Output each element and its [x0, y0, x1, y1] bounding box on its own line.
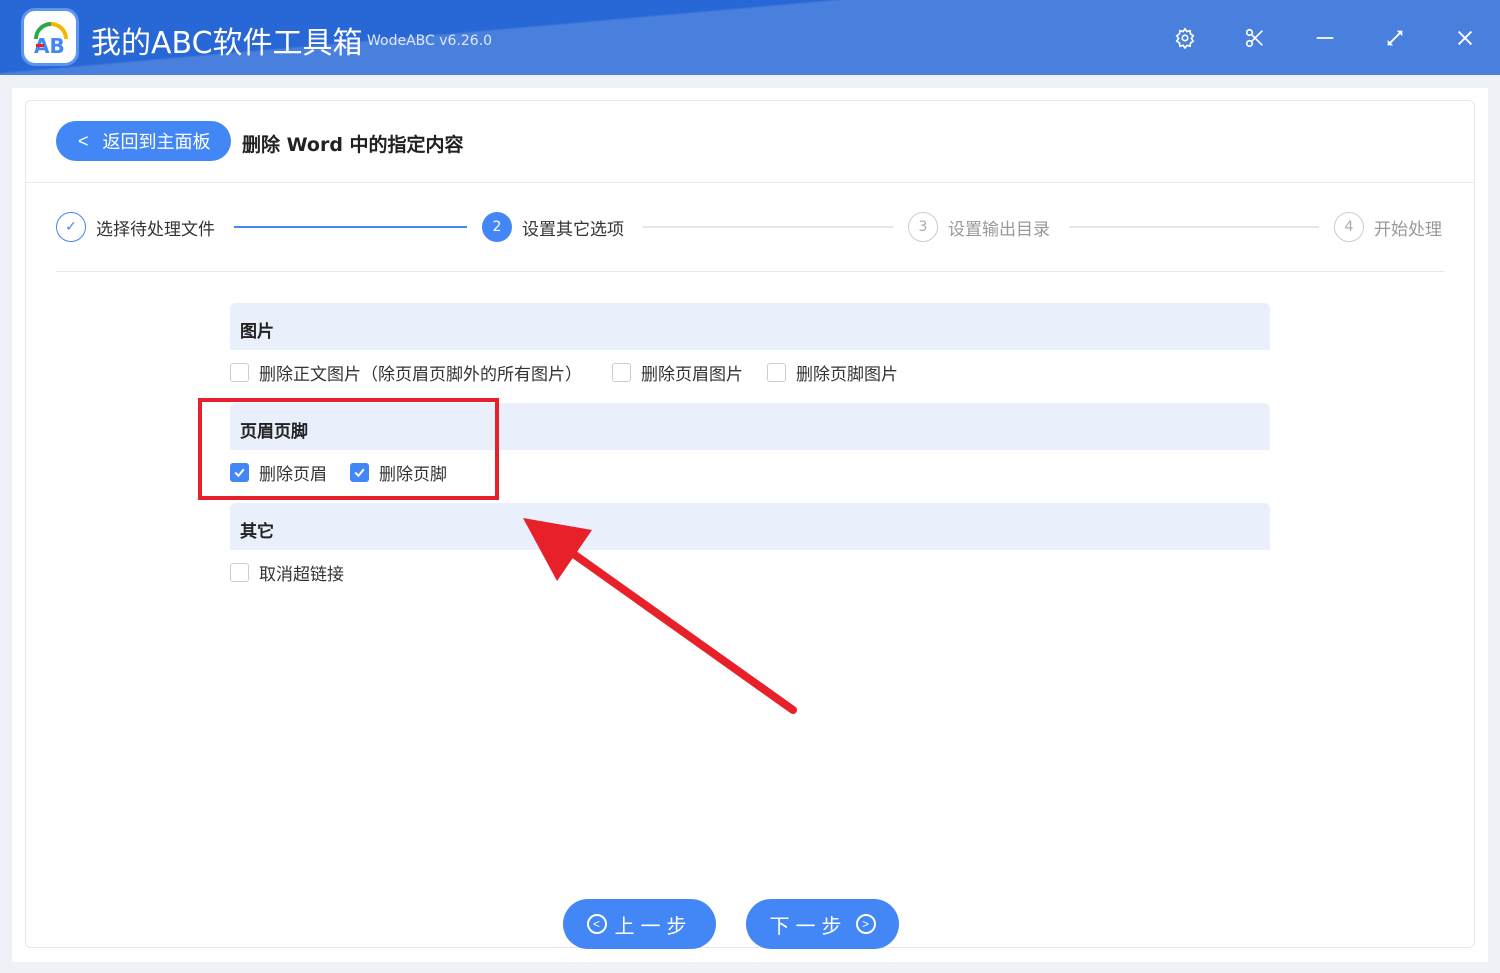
- checkbox[interactable]: [767, 363, 786, 382]
- step-label: 设置输出目录: [948, 219, 1050, 240]
- step-connector: [234, 226, 467, 228]
- step-3: 3 设置输出目录: [908, 212, 1050, 242]
- section-other-header: 其它: [230, 503, 1270, 550]
- check-icon: ✓: [56, 212, 86, 242]
- option-delete-footer-images[interactable]: 删除页脚图片: [767, 360, 898, 385]
- step-1: ✓ 选择待处理文件: [56, 212, 215, 242]
- step-label: 开始处理: [1374, 219, 1442, 240]
- checkbox[interactable]: [230, 563, 249, 582]
- minimize-icon[interactable]: [1314, 27, 1336, 49]
- back-to-main-button[interactable]: < 返回到主面板: [56, 121, 231, 161]
- step-label: 选择待处理文件: [96, 219, 215, 240]
- checkbox[interactable]: [230, 363, 249, 382]
- page-title: 删除 Word 中的指定内容: [242, 134, 464, 156]
- maximize-icon[interactable]: [1384, 27, 1406, 49]
- chevron-left-circle-icon: <: [586, 914, 607, 934]
- back-label: 返回到主面板: [102, 132, 211, 152]
- settings-icon[interactable]: [1174, 27, 1196, 49]
- divider: [56, 271, 1444, 272]
- option-label: 删除页脚图片: [796, 365, 898, 385]
- chevron-left-icon: <: [78, 130, 89, 151]
- step-connector: [1069, 226, 1319, 228]
- step-number: 3: [908, 212, 938, 242]
- prev-label: 上一步: [614, 915, 693, 938]
- next-label: 下一步: [769, 915, 848, 938]
- section-images-header: 图片: [230, 303, 1270, 350]
- step-number: 4: [1334, 212, 1364, 242]
- app-version: WodeABC v6.26.0: [367, 33, 493, 49]
- step-number: 2: [482, 212, 512, 242]
- annotation-highlight-box: [198, 398, 499, 500]
- app-title: 我的ABC软件工具箱: [91, 26, 363, 61]
- step-2: 2 设置其它选项: [482, 212, 624, 242]
- option-label: 取消超链接: [259, 565, 344, 585]
- title-bar: AB 我的ABC软件工具箱 WodeABC v6.26.0: [0, 0, 1500, 75]
- scissors-icon[interactable]: [1244, 27, 1266, 49]
- option-delete-header-images[interactable]: 删除页眉图片: [612, 360, 743, 385]
- checkbox[interactable]: [612, 363, 631, 382]
- next-step-button[interactable]: 下一步 >: [746, 899, 899, 949]
- app-logo: AB: [21, 8, 79, 66]
- option-label: 删除正文图片（除页眉页脚外的所有图片）: [259, 365, 582, 385]
- close-icon[interactable]: [1454, 27, 1476, 49]
- chevron-right-circle-icon: >: [855, 914, 876, 934]
- step-connector: [643, 226, 893, 228]
- option-label: 删除页眉图片: [641, 365, 743, 385]
- step-label: 设置其它选项: [522, 219, 624, 240]
- option-delete-body-images[interactable]: 删除正文图片（除页眉页脚外的所有图片）: [230, 360, 582, 385]
- option-remove-hyperlinks[interactable]: 取消超链接: [230, 560, 344, 585]
- step-4: 4 开始处理: [1334, 212, 1442, 242]
- previous-step-button[interactable]: < 上一步: [563, 899, 716, 949]
- divider: [26, 182, 1474, 183]
